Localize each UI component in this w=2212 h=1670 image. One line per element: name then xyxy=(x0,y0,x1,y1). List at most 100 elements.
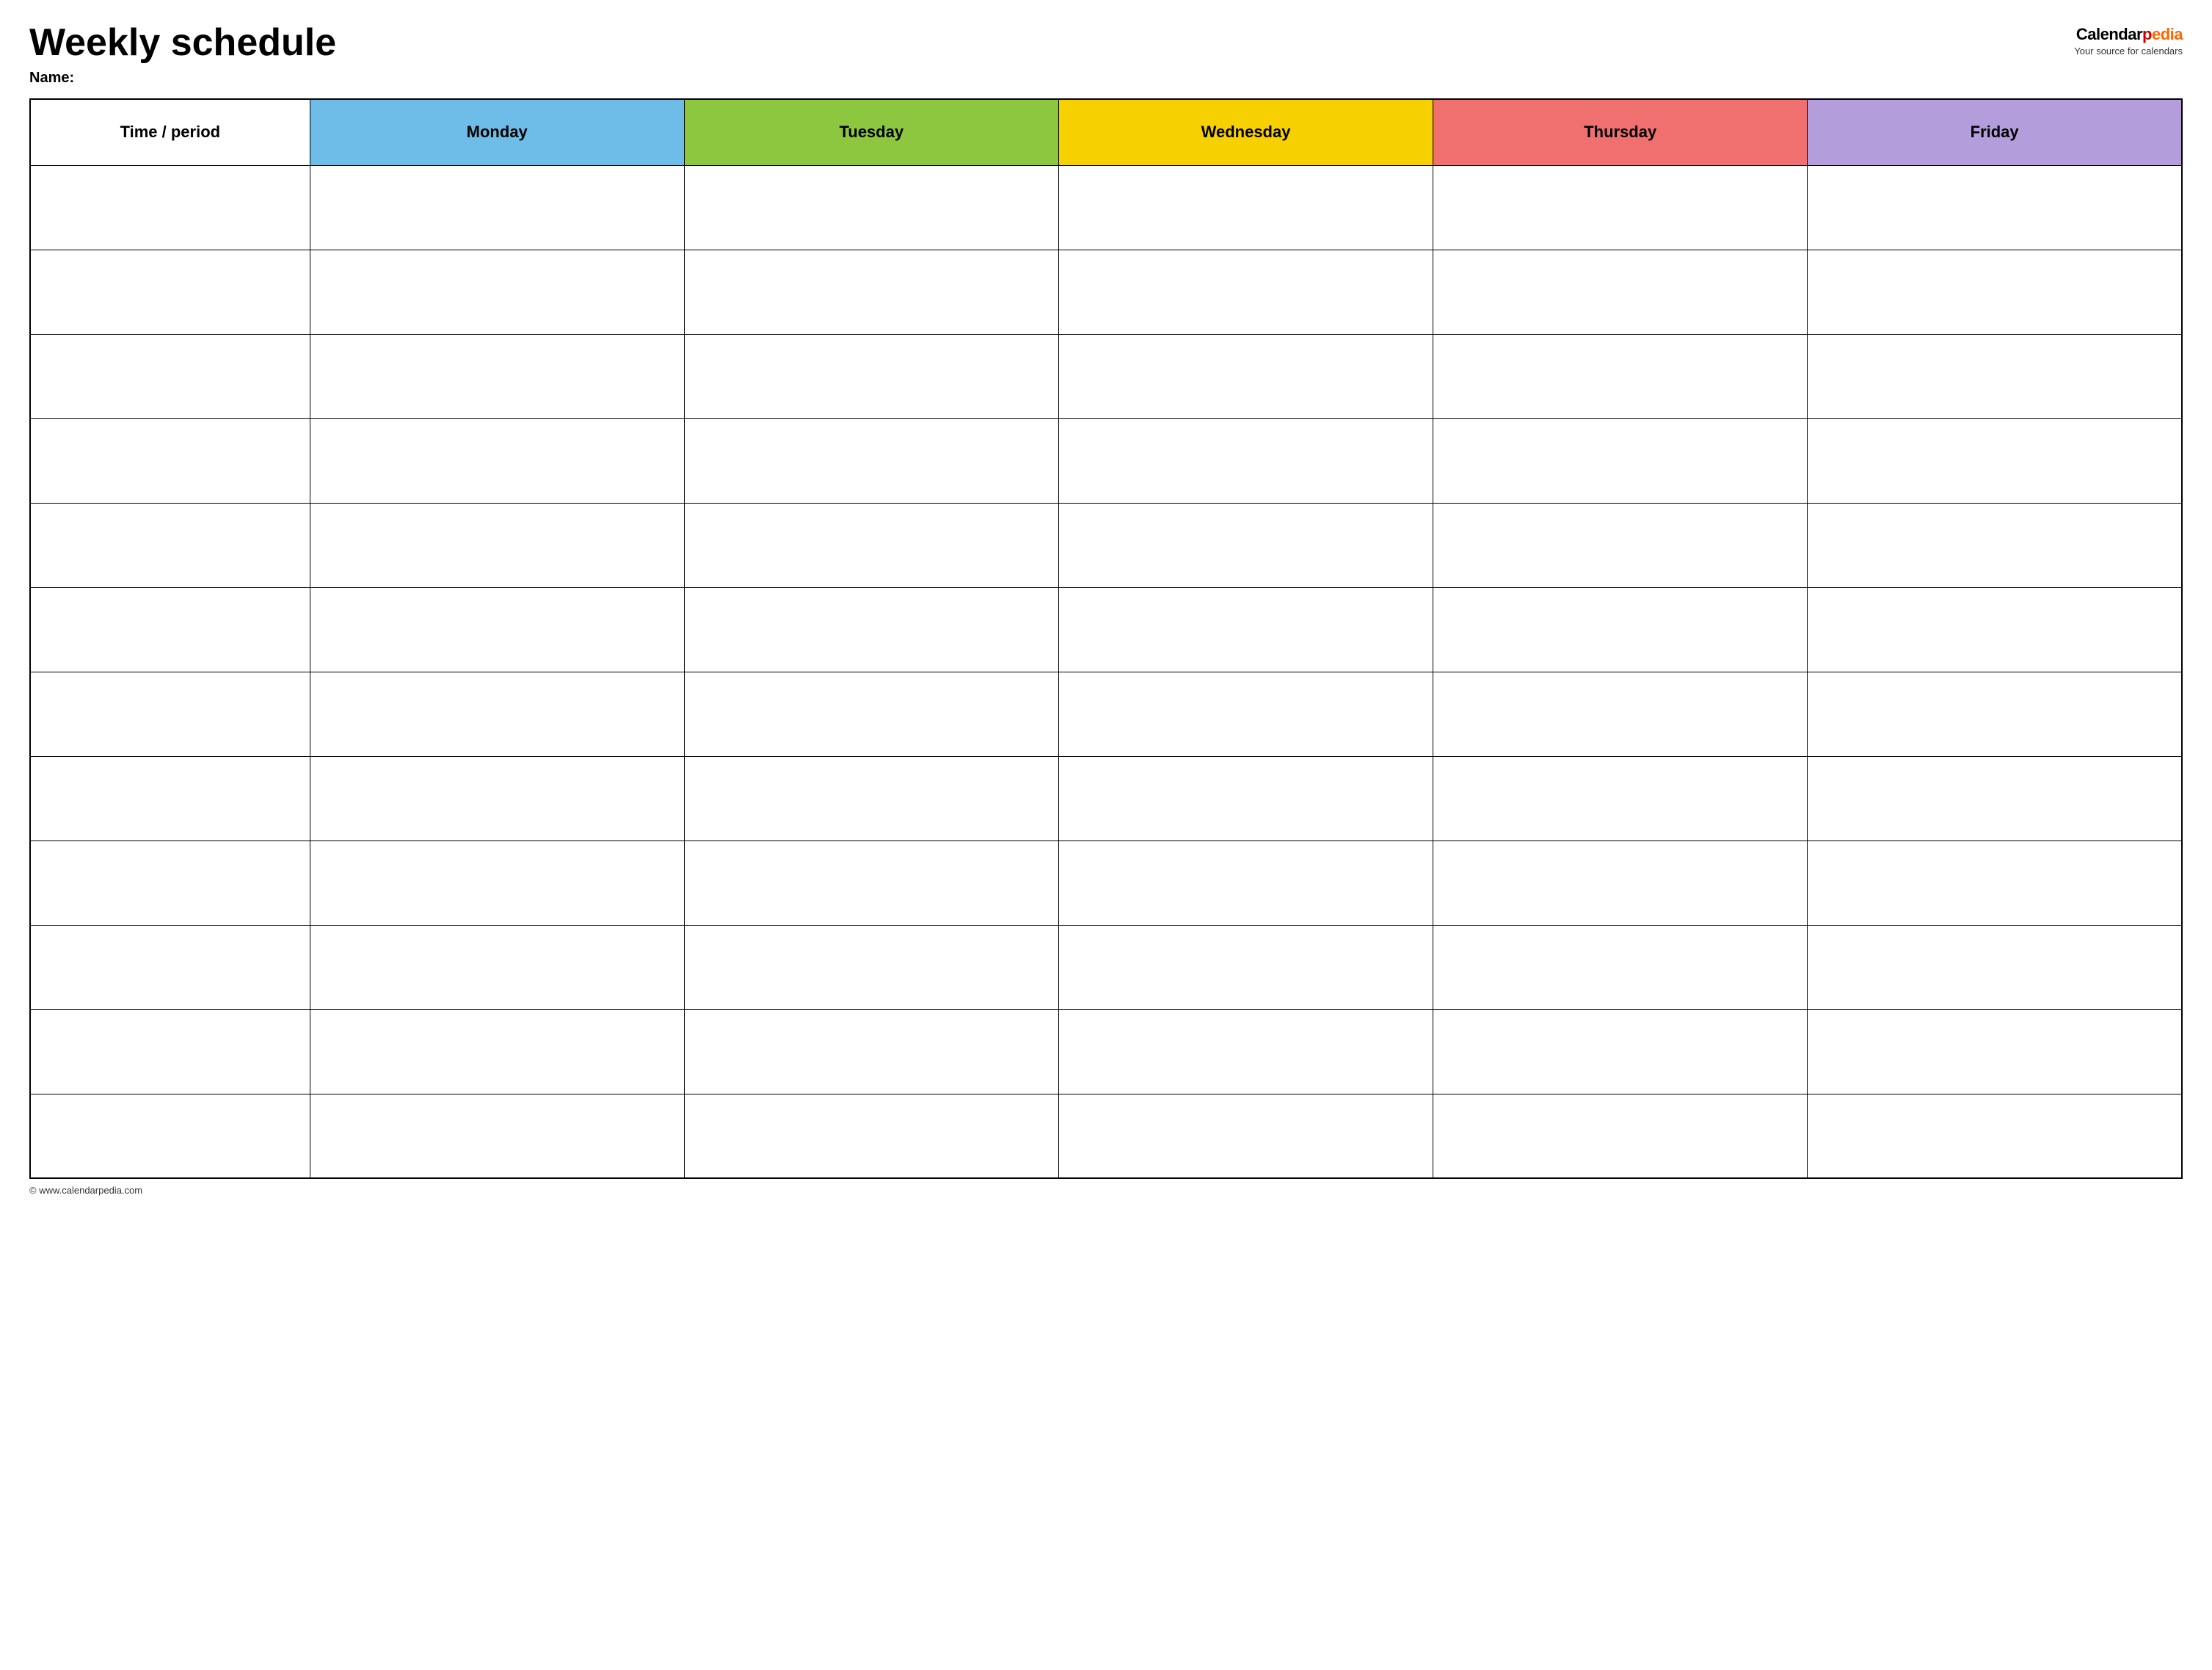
col-thursday-header: Thursday xyxy=(1433,99,1808,165)
col-wednesday-header: Wednesday xyxy=(1058,99,1433,165)
schedule-cell[interactable] xyxy=(310,925,684,1009)
schedule-cell[interactable] xyxy=(1808,587,2182,672)
col-monday-header: Monday xyxy=(310,99,684,165)
schedule-cell[interactable] xyxy=(684,250,1058,334)
schedule-cell[interactable] xyxy=(684,334,1058,418)
table-row[interactable] xyxy=(30,587,2182,672)
schedule-cell[interactable] xyxy=(1433,503,1808,587)
time-cell[interactable] xyxy=(30,1094,310,1178)
col-friday-header: Friday xyxy=(1808,99,2182,165)
schedule-cell[interactable] xyxy=(310,334,684,418)
name-label: Name: xyxy=(29,70,336,87)
schedule-cell[interactable] xyxy=(684,672,1058,756)
schedule-cell[interactable] xyxy=(1808,503,2182,587)
schedule-cell[interactable] xyxy=(1058,165,1433,250)
schedule-cell[interactable] xyxy=(1433,587,1808,672)
time-cell[interactable] xyxy=(30,250,310,334)
time-cell[interactable] xyxy=(30,503,310,587)
time-cell[interactable] xyxy=(30,418,310,503)
table-row[interactable] xyxy=(30,756,2182,841)
schedule-cell[interactable] xyxy=(684,841,1058,925)
schedule-cell[interactable] xyxy=(684,1009,1058,1094)
schedule-cell[interactable] xyxy=(1808,672,2182,756)
schedule-cell[interactable] xyxy=(1058,1094,1433,1178)
schedule-cell[interactable] xyxy=(310,587,684,672)
schedule-cell[interactable] xyxy=(310,418,684,503)
schedule-cell[interactable] xyxy=(1808,250,2182,334)
logo-section: Calendarpedia Your source for calendars xyxy=(2074,25,2183,57)
page-title: Weekly schedule xyxy=(29,22,336,64)
schedule-cell[interactable] xyxy=(1058,1009,1433,1094)
page-header: Weekly schedule Name: Calendarpedia Your… xyxy=(29,22,2183,87)
table-row[interactable] xyxy=(30,841,2182,925)
logo-edia: edia xyxy=(2152,25,2183,43)
table-row[interactable] xyxy=(30,925,2182,1009)
logo-calendar: Calendar xyxy=(2076,25,2142,43)
schedule-cell[interactable] xyxy=(1433,1094,1808,1178)
schedule-cell[interactable] xyxy=(1808,1009,2182,1094)
schedule-cell[interactable] xyxy=(1058,841,1433,925)
schedule-cell[interactable] xyxy=(1058,250,1433,334)
schedule-cell[interactable] xyxy=(1808,1094,2182,1178)
schedule-cell[interactable] xyxy=(1808,334,2182,418)
schedule-cell[interactable] xyxy=(684,1094,1058,1178)
time-cell[interactable] xyxy=(30,672,310,756)
logo-text: Calendarpedia xyxy=(2076,25,2183,44)
schedule-cell[interactable] xyxy=(1058,756,1433,841)
time-cell[interactable] xyxy=(30,334,310,418)
schedule-cell[interactable] xyxy=(1808,165,2182,250)
table-row[interactable] xyxy=(30,418,2182,503)
schedule-cell[interactable] xyxy=(684,418,1058,503)
table-row[interactable] xyxy=(30,165,2182,250)
schedule-cell[interactable] xyxy=(1433,1009,1808,1094)
schedule-cell[interactable] xyxy=(1433,418,1808,503)
logo-p: p xyxy=(2142,25,2152,43)
table-row[interactable] xyxy=(30,672,2182,756)
schedule-cell[interactable] xyxy=(1808,925,2182,1009)
schedule-cell[interactable] xyxy=(1058,672,1433,756)
schedule-cell[interactable] xyxy=(1433,250,1808,334)
schedule-cell[interactable] xyxy=(310,1094,684,1178)
time-cell[interactable] xyxy=(30,165,310,250)
header-row: Time / period Monday Tuesday Wednesday T… xyxy=(30,99,2182,165)
schedule-cell[interactable] xyxy=(684,587,1058,672)
schedule-cell[interactable] xyxy=(684,503,1058,587)
schedule-cell[interactable] xyxy=(310,1009,684,1094)
table-row[interactable] xyxy=(30,250,2182,334)
schedule-cell[interactable] xyxy=(1433,672,1808,756)
schedule-cell[interactable] xyxy=(684,925,1058,1009)
schedule-cell[interactable] xyxy=(1058,925,1433,1009)
time-cell[interactable] xyxy=(30,587,310,672)
schedule-cell[interactable] xyxy=(310,503,684,587)
table-row[interactable] xyxy=(30,1009,2182,1094)
table-row[interactable] xyxy=(30,1094,2182,1178)
schedule-cell[interactable] xyxy=(1058,418,1433,503)
schedule-cell[interactable] xyxy=(1058,503,1433,587)
schedule-cell[interactable] xyxy=(310,756,684,841)
schedule-table: Time / period Monday Tuesday Wednesday T… xyxy=(29,98,2183,1179)
schedule-cell[interactable] xyxy=(1433,841,1808,925)
schedule-cell[interactable] xyxy=(684,756,1058,841)
time-cell[interactable] xyxy=(30,841,310,925)
schedule-cell[interactable] xyxy=(1433,925,1808,1009)
schedule-cell[interactable] xyxy=(1433,334,1808,418)
table-body xyxy=(30,165,2182,1178)
table-row[interactable] xyxy=(30,334,2182,418)
schedule-cell[interactable] xyxy=(310,165,684,250)
col-time-header: Time / period xyxy=(30,99,310,165)
schedule-cell[interactable] xyxy=(1058,587,1433,672)
schedule-cell[interactable] xyxy=(310,250,684,334)
schedule-cell[interactable] xyxy=(1058,334,1433,418)
schedule-cell[interactable] xyxy=(1808,756,2182,841)
table-row[interactable] xyxy=(30,503,2182,587)
schedule-cell[interactable] xyxy=(310,672,684,756)
schedule-cell[interactable] xyxy=(1808,418,2182,503)
schedule-cell[interactable] xyxy=(1808,841,2182,925)
schedule-cell[interactable] xyxy=(684,165,1058,250)
time-cell[interactable] xyxy=(30,756,310,841)
schedule-cell[interactable] xyxy=(1433,165,1808,250)
time-cell[interactable] xyxy=(30,925,310,1009)
schedule-cell[interactable] xyxy=(310,841,684,925)
time-cell[interactable] xyxy=(30,1009,310,1094)
schedule-cell[interactable] xyxy=(1433,756,1808,841)
